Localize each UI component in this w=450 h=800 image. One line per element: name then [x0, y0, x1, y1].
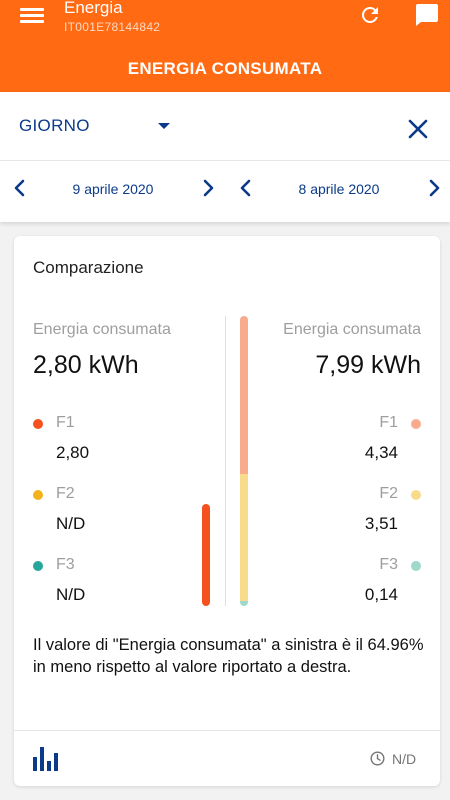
- chevron-down-icon[interactable]: [158, 123, 170, 129]
- next-date-left-icon[interactable]: [200, 177, 216, 199]
- chat-icon[interactable]: [413, 3, 439, 27]
- last-update-value: N/D: [392, 751, 417, 767]
- prev-date-right-icon[interactable]: [238, 177, 254, 199]
- left-bar-segment-f1: [202, 504, 210, 606]
- left-f3-dot: [33, 561, 43, 571]
- right-f2-name: F2: [379, 485, 398, 502]
- left-label: Energia consumata: [33, 321, 171, 338]
- right-f1-name: F1: [379, 414, 398, 431]
- next-date-right-icon[interactable]: [426, 177, 442, 199]
- filter-bar: GIORNO 9 aprile 2020 8 aprile 2020: [0, 92, 450, 222]
- comparison-note: Il valore di "Energia consumata" a sinis…: [33, 636, 424, 676]
- left-f1-dot: [33, 419, 43, 429]
- refresh-icon[interactable]: [358, 3, 382, 27]
- right-f2-value: 3,51: [364, 514, 398, 533]
- prev-date-left-icon[interactable]: [12, 177, 28, 199]
- right-f3-dot: [411, 561, 421, 571]
- left-f3-name: F3: [56, 556, 75, 573]
- left-total: 2,80 kWh: [33, 351, 139, 379]
- page-title: ENERGIA CONSUMATA: [127, 59, 323, 78]
- left-f3-value: N/D: [56, 585, 86, 604]
- app-header: Energia IT001E78144842 ENERGIA CONSUMATA: [0, 0, 450, 92]
- left-f2-value: N/D: [56, 514, 86, 533]
- right-bar-segment-f2: [240, 473, 248, 601]
- close-icon[interactable]: [407, 118, 429, 140]
- bar-chart-icon[interactable]: [33, 747, 59, 771]
- right-f1-value: 4,34: [364, 443, 398, 462]
- center-divider: [225, 316, 226, 606]
- comparison-card: Comparazione Energia consumata 2,80 kWh …: [14, 236, 440, 786]
- clock-icon: [370, 751, 385, 766]
- account-id: IT001E78144842: [64, 20, 161, 34]
- card-title: Comparazione: [33, 258, 144, 277]
- right-bar-segment-f3: [240, 600, 248, 606]
- left-f1-name: F1: [56, 414, 75, 431]
- hamburger-menu-icon[interactable]: [20, 5, 44, 25]
- right-f1-dot: [411, 419, 421, 429]
- right-label: Energia consumata: [283, 321, 421, 338]
- right-f2-dot: [411, 490, 421, 500]
- divider: [14, 730, 440, 731]
- left-f2-name: F2: [56, 485, 75, 502]
- period-select[interactable]: GIORNO: [19, 116, 90, 136]
- divider: [0, 160, 450, 161]
- right-f3-name: F3: [379, 556, 398, 573]
- right-f3-value: 0,14: [364, 585, 398, 604]
- left-date: 9 aprile 2020: [72, 181, 154, 197]
- right-date: 8 aprile 2020: [298, 181, 380, 197]
- right-total: 7,99 kWh: [315, 351, 421, 379]
- left-f2-dot: [33, 490, 43, 500]
- app-title: Energia: [64, 0, 123, 17]
- left-f1-value: 2,80: [56, 443, 90, 462]
- right-bar-segment-f1: [240, 316, 248, 474]
